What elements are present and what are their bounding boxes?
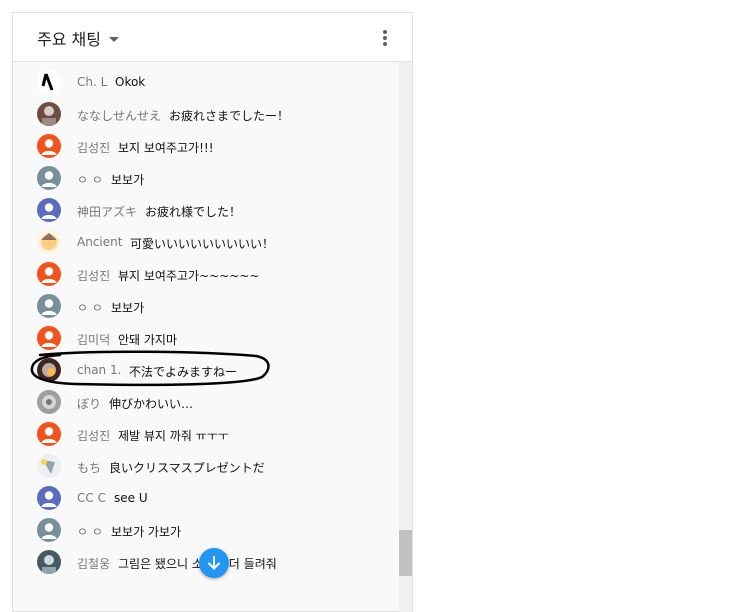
author-avatar[interactable] bbox=[37, 294, 61, 318]
chat-message-list: Ch. L Okok ななしせんせえ お疲れさまでしたー！ 김성진 보지 보여주고가!!!… bbox=[13, 62, 399, 612]
author-name[interactable]: ㅇ ㅇ bbox=[77, 523, 103, 540]
chevron-down-icon bbox=[108, 36, 119, 42]
chat-mode-label: 주요 채팅 bbox=[37, 30, 101, 49]
more-vert-icon[interactable] bbox=[375, 27, 395, 49]
live-chat-panel: 주요 채팅 Ch. L Okok ななしせんせえ お疲れさまでしたー！ 김성진 보지 보여… bbox=[12, 12, 413, 612]
chat-message: 神田アズキ お疲れ様でした！ bbox=[13, 194, 399, 226]
author-avatar[interactable] bbox=[37, 166, 61, 190]
message-text: 그림은 됐으니 소리나 더 들려줘 bbox=[118, 557, 277, 571]
author-avatar[interactable] bbox=[37, 198, 61, 222]
author-name[interactable]: 김성진 bbox=[77, 427, 110, 444]
message-text: お疲れさまでしたー！ bbox=[169, 109, 290, 123]
chat-message: ㅇ ㅇ 보보가 가보가 bbox=[13, 514, 399, 546]
message-text: 제발 뷰지 까줘 ㅠㅜㅜ bbox=[118, 429, 229, 443]
message-text: 보지 보여주고가!!! bbox=[118, 141, 214, 155]
author-avatar[interactable] bbox=[37, 454, 61, 478]
author-avatar[interactable] bbox=[37, 486, 61, 510]
message-text: see U bbox=[114, 491, 148, 505]
author-name[interactable]: 김성진 bbox=[77, 139, 110, 156]
author-avatar[interactable] bbox=[37, 262, 61, 286]
message-text: 보보가 bbox=[111, 301, 145, 315]
chat-message: ㅇ ㅇ 보보가 bbox=[13, 290, 399, 322]
message-text: お疲れ様でした！ bbox=[145, 205, 242, 219]
message-text: 可愛いいいいいいいいい！ bbox=[130, 237, 275, 251]
chat-message: ぼり 伸びかわいい… bbox=[13, 386, 399, 418]
chat-message: もち 良いクリスマスプレゼントだ bbox=[13, 450, 399, 482]
message-text: 良いクリスマスプレゼントだ bbox=[109, 461, 265, 475]
author-name[interactable]: 김철웅 bbox=[77, 555, 110, 572]
author-name[interactable]: Ancient bbox=[77, 235, 122, 249]
author-avatar[interactable] bbox=[37, 70, 61, 94]
chat-message: ㅇ ㅇ 보보가 bbox=[13, 162, 399, 194]
scroll-to-bottom-button[interactable] bbox=[199, 548, 229, 578]
author-name[interactable]: CC C bbox=[77, 491, 106, 505]
chat-message: 김성진 보지 보여주고가!!! bbox=[13, 130, 399, 162]
author-avatar[interactable] bbox=[37, 134, 61, 158]
chat-message: Ch. L Okok bbox=[13, 66, 399, 98]
chat-message: 김미덕 안돼 가지마 bbox=[13, 322, 399, 354]
author-name[interactable]: chan 1. bbox=[77, 363, 121, 377]
author-name[interactable]: ㅇ ㅇ bbox=[77, 171, 103, 188]
author-avatar[interactable] bbox=[37, 358, 61, 382]
message-text: 안돼 가지마 bbox=[118, 333, 178, 347]
chat-message: ななしせんせえ お疲れさまでしたー！ bbox=[13, 98, 399, 130]
chat-message: Ancient 可愛いいいいいいいいい！ bbox=[13, 226, 399, 258]
author-name[interactable]: 김성진 bbox=[77, 267, 110, 284]
message-text: 不法でよみますねー bbox=[129, 365, 238, 379]
author-name[interactable]: ななしせんせえ bbox=[77, 107, 161, 124]
author-name[interactable]: もち bbox=[77, 459, 101, 476]
message-text: 伸びかわいい… bbox=[109, 397, 194, 411]
message-text: Okok bbox=[115, 75, 146, 89]
scrollbar-thumb[interactable] bbox=[399, 530, 412, 576]
author-avatar[interactable] bbox=[37, 550, 61, 574]
chat-message: CC C see U bbox=[13, 482, 399, 514]
chat-message: chan 1. 不法でよみますねー bbox=[13, 354, 399, 386]
message-text: 보보가 가보가 bbox=[111, 525, 182, 539]
chat-message: 김성진 제발 뷰지 까줘 ㅠㅜㅜ bbox=[13, 418, 399, 450]
arrow-down-icon bbox=[208, 556, 220, 570]
author-name[interactable]: Ch. L bbox=[77, 75, 107, 89]
chat-header: 주요 채팅 bbox=[13, 13, 412, 62]
author-avatar[interactable] bbox=[37, 422, 61, 446]
author-name[interactable]: ぼり bbox=[77, 395, 101, 412]
author-avatar[interactable] bbox=[37, 326, 61, 350]
author-avatar[interactable] bbox=[37, 518, 61, 542]
author-name[interactable]: ㅇ ㅇ bbox=[77, 299, 103, 316]
author-avatar[interactable] bbox=[37, 230, 61, 254]
message-text: 뷰지 보여주고가~~~~~~ bbox=[118, 269, 260, 283]
author-name[interactable]: 神田アズキ bbox=[77, 203, 137, 220]
author-name[interactable]: 김미덕 bbox=[77, 331, 110, 348]
author-avatar[interactable] bbox=[37, 390, 61, 414]
top-chat-dropdown[interactable]: 주요 채팅 bbox=[37, 26, 119, 50]
author-avatar[interactable] bbox=[37, 102, 61, 126]
message-text: 보보가 bbox=[111, 173, 145, 187]
chat-message: 김성진 뷰지 보여주고가~~~~~~ bbox=[13, 258, 399, 290]
